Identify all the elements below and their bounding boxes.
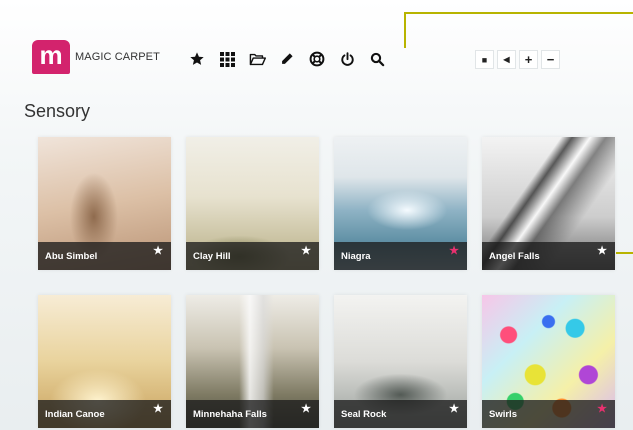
stop-button[interactable]: ■ (475, 50, 494, 69)
search-button[interactable] (362, 46, 392, 72)
tile-indian-canoe[interactable]: Indian Canoe ★ (38, 295, 171, 428)
power-button[interactable] (332, 46, 362, 72)
tile-label: Abu Simbel (45, 250, 98, 262)
tile-niagra[interactable]: Niagra ★ (334, 137, 467, 270)
favorite-star-icon[interactable]: ★ (153, 404, 163, 415)
star-icon (190, 52, 204, 65)
pencil-icon (282, 53, 293, 64)
callout-line (616, 252, 633, 254)
favorite-star-icon[interactable]: ★ (301, 246, 311, 257)
favorite-star-icon[interactable]: ★ (597, 404, 607, 415)
section-title: Sensory (24, 101, 91, 121)
search-icon (370, 52, 384, 66)
tile-label: Angel Falls (489, 250, 540, 262)
favorite-star-icon[interactable]: ★ (449, 246, 459, 257)
tile-caption: Minnehaha Falls ★ (186, 400, 319, 428)
tile-caption: Indian Canoe ★ (38, 400, 171, 428)
tile-label: Swirls (489, 408, 517, 420)
favorite-star-icon[interactable]: ★ (301, 404, 311, 415)
help-button[interactable] (302, 46, 332, 72)
plus-icon: + (524, 52, 533, 67)
logo-mark: m (32, 40, 70, 74)
stop-icon: ■ (481, 54, 488, 65)
tile-caption: Angel Falls ★ (482, 242, 615, 270)
open-folder-button[interactable] (242, 46, 272, 72)
tile-minnehaha-falls[interactable]: Minnehaha Falls ★ (186, 295, 319, 428)
main-toolbar (182, 46, 392, 72)
mute-button[interactable]: ◀ (497, 50, 516, 69)
volume-down-button[interactable]: − (541, 50, 560, 69)
tile-angel-falls[interactable]: Angel Falls ★ (482, 137, 615, 270)
grid-view-button[interactable] (212, 46, 242, 72)
tile-label: Niagra (341, 250, 371, 262)
tile-caption: Seal Rock ★ (334, 400, 467, 428)
edit-button[interactable] (272, 46, 302, 72)
tile-swirls[interactable]: Swirls ★ (482, 295, 615, 428)
tile-caption: Clay Hill ★ (186, 242, 319, 270)
tile-label: Clay Hill (193, 250, 231, 262)
tile-label: Minnehaha Falls (193, 408, 267, 420)
grid-icon (219, 51, 235, 67)
app-name: MAGIC CARPET (75, 51, 160, 63)
megaphone-icon: ◀ (503, 55, 510, 64)
callout-line (404, 12, 406, 48)
tile-clay-hill[interactable]: Clay Hill ★ (186, 137, 319, 270)
favorite-star-icon[interactable]: ★ (449, 404, 459, 415)
volume-up-button[interactable]: + (519, 50, 538, 69)
favorites-button[interactable] (182, 46, 212, 72)
tile-caption: Niagra ★ (334, 242, 467, 270)
tile-seal-rock[interactable]: Seal Rock ★ (334, 295, 467, 428)
favorite-star-icon[interactable]: ★ (597, 246, 607, 257)
power-icon (340, 51, 354, 66)
favorite-star-icon[interactable]: ★ (153, 246, 163, 257)
lifebuoy-icon (309, 51, 325, 67)
tile-caption: Swirls ★ (482, 400, 615, 428)
folder-icon (249, 53, 266, 65)
tile-caption: Abu Simbel ★ (38, 242, 171, 270)
playback-controls: ■ ◀ + − (475, 50, 563, 69)
tile-abu-simbel[interactable]: Abu Simbel ★ (38, 137, 171, 270)
app-logo[interactable]: m MAGIC CARPET (32, 40, 160, 74)
minus-icon: − (546, 52, 555, 67)
tile-label: Indian Canoe (45, 408, 105, 420)
tile-label: Seal Rock (341, 408, 387, 420)
callout-line (404, 12, 633, 14)
